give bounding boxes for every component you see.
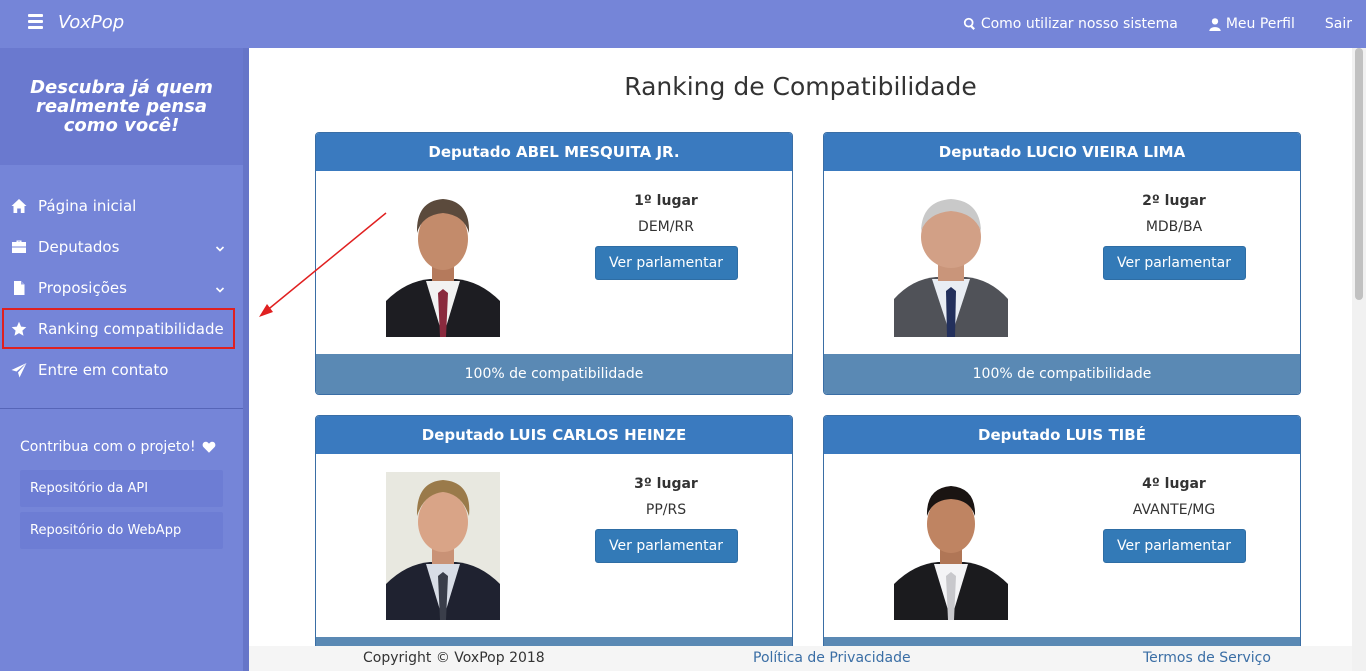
rank-label: 4º lugar [1142, 476, 1206, 492]
terms-of-service-link[interactable]: Termos de Serviço [1143, 650, 1271, 666]
hamburger-menu-icon[interactable] [28, 14, 43, 29]
sidebar-item-label: Proposições [38, 278, 127, 297]
party-label: MDB/BA [1145, 219, 1203, 235]
party-label: PP/RS [645, 502, 687, 518]
compatibility-label: 100% de compatibilidade [824, 354, 1300, 394]
sidebar-nav: Página inicial Deputados Proposições Ran… [0, 185, 243, 390]
chevron-down-icon [215, 240, 225, 252]
annotation-arrow-icon [259, 212, 387, 317]
sidebar-item-label: Entre em contato [38, 360, 169, 379]
chevron-down-icon [215, 281, 225, 293]
party-label: DEM/RR [638, 219, 694, 235]
star-icon [11, 321, 27, 336]
heart-icon [202, 441, 215, 453]
view-deputy-button[interactable]: Ver parlamentar [1102, 246, 1246, 280]
rank-label: 2º lugar [1142, 193, 1206, 209]
deputy-card: Deputado LUIS CARLOS HEINZE 3º lugar PP/… [315, 415, 793, 646]
sidebar-item-ranking[interactable]: Ranking compatibilidade [2, 308, 235, 349]
card-info: 2º lugar MDB/BA Ver parlamentar [1094, 193, 1254, 280]
deputy-name: Deputado LUIS TIBÉ [824, 416, 1300, 454]
deputy-name: Deputado LUIS CARLOS HEINZE [316, 416, 792, 454]
page-scrollbar[interactable] [1352, 48, 1366, 671]
main-content: Ranking de Compatibilidade Deputado ABEL… [249, 48, 1352, 646]
deputy-name: Deputado ABEL MESQUITA JR. [316, 133, 792, 171]
card-body: 3º lugar PP/RS Ver parlamentar [316, 454, 792, 637]
view-deputy-button[interactable]: Ver parlamentar [1102, 529, 1246, 563]
paper-plane-icon [11, 362, 27, 377]
top-navbar: VoxPop Como utilizar nosso sistema Meu P… [0, 0, 1366, 48]
card-info: 3º lugar PP/RS Ver parlamentar [586, 476, 746, 563]
tagline-text: Descubra já quem realmente pensa como vo… [30, 77, 213, 136]
contribute-section: Contribua com o projeto! Repositório da … [0, 409, 243, 549]
contribute-title: Contribua com o projeto! [20, 439, 223, 455]
scrollbar-thumb[interactable] [1355, 48, 1363, 300]
deputy-photo [894, 189, 1008, 337]
deputy-photo [894, 472, 1008, 620]
rank-label: 1º lugar [634, 193, 698, 209]
card-body: 4º lugar AVANTE/MG Ver parlamentar [824, 454, 1300, 637]
search-icon [963, 17, 975, 30]
sidebar-item-proposicoes[interactable]: Proposições [0, 267, 243, 308]
logout-link[interactable]: Sair [1325, 16, 1352, 32]
sidebar-tagline: Descubra já quem realmente pensa como vo… [0, 48, 243, 165]
deputy-card: Deputado LUIS TIBÉ 4º lugar AVANTE/MG Ve… [823, 415, 1301, 646]
copyright-text: Copyright © VoxPop 2018 [363, 650, 545, 666]
top-nav-links: Como utilizar nosso sistema Meu Perfil S… [963, 0, 1352, 48]
sidebar: Descubra já quem realmente pensa como vo… [0, 48, 243, 671]
api-repo-button[interactable]: Repositório da API [20, 470, 223, 507]
sidebar-item-label: Deputados [38, 237, 120, 256]
contribute-title-text: Contribua com o projeto! [20, 439, 196, 455]
webapp-repo-button[interactable]: Repositório do WebApp [20, 512, 223, 549]
card-info: 1º lugar DEM/RR Ver parlamentar [586, 193, 746, 280]
sidebar-item-contact[interactable]: Entre em contato [0, 349, 243, 390]
page-title: Ranking de Compatibilidade [624, 72, 977, 101]
help-link-label: Como utilizar nosso sistema [980, 16, 1178, 32]
compatibility-label: 100% de compatibilidade [316, 354, 792, 394]
profile-link[interactable]: Meu Perfil [1208, 16, 1295, 32]
deputy-photo [386, 189, 500, 337]
sidebar-item-label: Página inicial [38, 196, 137, 215]
briefcase-icon [12, 240, 26, 253]
sidebar-item-deputados[interactable]: Deputados [0, 226, 243, 267]
home-icon [11, 198, 27, 213]
card-info: 4º lugar AVANTE/MG Ver parlamentar [1094, 476, 1254, 563]
user-icon [1209, 18, 1221, 31]
view-deputy-button[interactable]: Ver parlamentar [594, 246, 738, 280]
compatibility-label [824, 637, 1300, 646]
compatibility-label [316, 637, 792, 646]
brand-logo[interactable]: VoxPop [58, 12, 124, 33]
profile-link-label: Meu Perfil [1225, 16, 1295, 32]
deputy-photo [386, 472, 500, 620]
card-body: 2º lugar MDB/BA Ver parlamentar [824, 171, 1300, 354]
party-label: AVANTE/MG [1132, 502, 1216, 518]
page-footer: Copyright © VoxPop 2018 Política de Priv… [249, 646, 1352, 671]
privacy-policy-link[interactable]: Política de Privacidade [753, 650, 911, 666]
view-deputy-button[interactable]: Ver parlamentar [594, 529, 738, 563]
sidebar-item-home[interactable]: Página inicial [0, 185, 243, 226]
rank-label: 3º lugar [634, 476, 698, 492]
deputy-card: Deputado LUCIO VIEIRA LIMA 2º lugar MDB/… [823, 132, 1301, 395]
deputy-name: Deputado LUCIO VIEIRA LIMA [824, 133, 1300, 171]
help-link[interactable]: Como utilizar nosso sistema [963, 16, 1178, 32]
sidebar-item-label: Ranking compatibilidade [38, 319, 224, 338]
logout-link-label: Sair [1324, 16, 1352, 32]
file-icon [14, 280, 25, 295]
